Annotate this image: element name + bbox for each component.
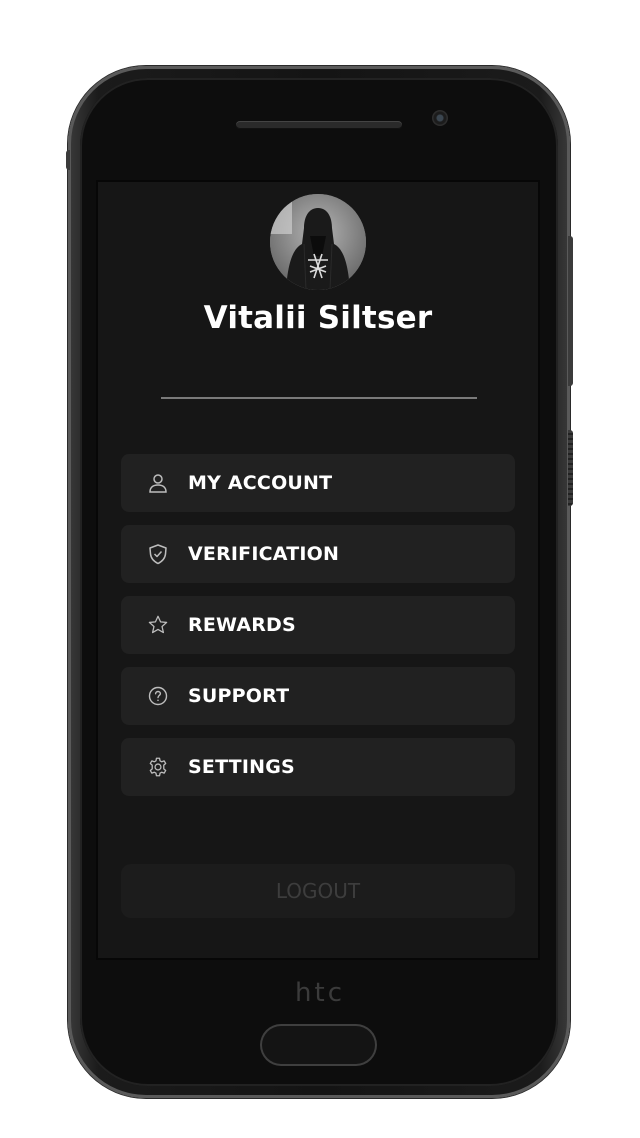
volume-button [568,430,573,506]
avatar-image [270,194,366,290]
device-brand-logo: htc [295,978,345,1008]
menu-item-label: SETTINGS [188,756,295,778]
menu-item-my-account[interactable]: MY ACCOUNT [121,454,515,512]
menu-item-rewards[interactable]: REWARDS [121,596,515,654]
power-button [568,236,573,386]
logout-button[interactable]: LOGOUT [121,864,515,918]
menu-item-settings[interactable]: SETTINGS [121,738,515,796]
menu-item-label: SUPPORT [188,685,290,707]
menu-item-verification[interactable]: VERIFICATION [121,525,515,583]
menu-item-label: VERIFICATION [188,543,340,565]
side-button [66,150,70,170]
front-camera [432,110,448,126]
divider [161,397,477,399]
menu-list: MY ACCOUNT VERIFICATION REWARDS SUPPORT … [121,454,515,809]
home-button[interactable] [262,1026,375,1064]
profile-name: Vitalii Siltser [203,300,433,336]
earpiece-speaker [236,121,402,129]
shield-check-icon [147,543,169,565]
user-icon [147,472,169,494]
menu-item-support[interactable]: SUPPORT [121,667,515,725]
gear-icon [147,756,169,778]
menu-item-label: REWARDS [188,614,296,636]
avatar[interactable] [270,194,366,290]
app-screen: Vitalii Siltser MY ACCOUNT VERIFICATION [98,182,538,958]
star-icon [147,614,169,636]
help-circle-icon [147,685,169,707]
menu-item-label: MY ACCOUNT [188,472,333,494]
